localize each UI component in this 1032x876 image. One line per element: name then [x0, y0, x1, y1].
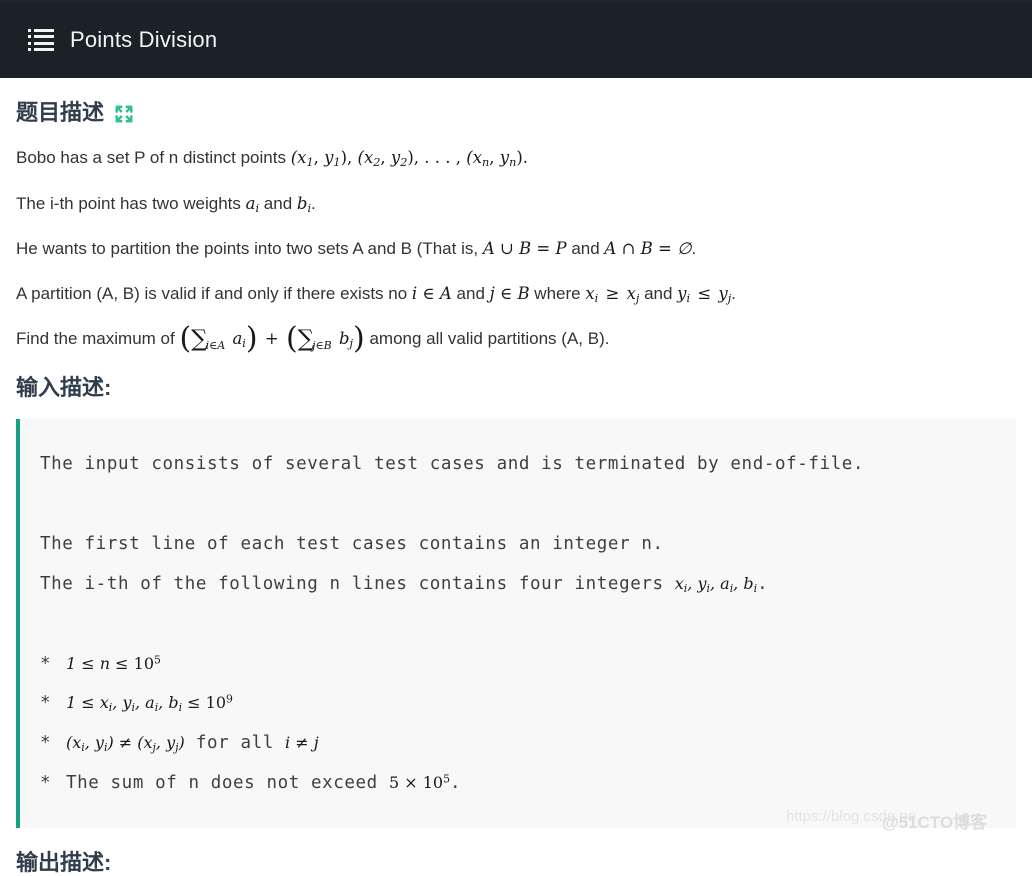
math-i-in-A: i ∈ A [411, 283, 452, 303]
menu-icon-dot [28, 47, 31, 51]
bullet-marker: * [40, 733, 52, 754]
menu-icon-row [28, 35, 54, 39]
math-objective: (∑i∈A ai) + (∑j∈B bj) [179, 321, 365, 357]
math-j-in-B: j ∈ B [489, 283, 530, 303]
math-constraint-n: 1 ≤ n ≤ 105 [66, 653, 161, 673]
app-header: Points Division [0, 2, 1032, 78]
math-intersection: A ∩ B = ∅ [604, 239, 692, 259]
statement-line-5: Find the maximum of (∑i∈A ai) + (∑j∈B bj… [16, 321, 1016, 357]
math-four-integers: xi, yi, ai, bi [674, 573, 758, 595]
menu-icon-row [28, 41, 54, 45]
code-line: The first line of each test cases contai… [40, 533, 664, 554]
math-constraint-values: 1 ≤ xi, yi, ai, bi ≤ 109 [66, 692, 233, 715]
section-heading-input: 输入描述: [16, 375, 1016, 401]
math-x-compare: xi ≥ xj [585, 283, 640, 305]
code-line: The input consists of several test cases… [40, 454, 865, 475]
page-title: Points Division [70, 27, 218, 52]
list-ul-icon[interactable] [28, 29, 54, 51]
menu-icon-bar [34, 35, 54, 39]
main-content: 题目描述 Bobo has a set P of n distinct poin… [0, 100, 1032, 876]
statement-line-4: A partition (A, B) is valid if and only … [16, 282, 1016, 307]
statement-line-1: Bobo has a set P of n distinct points (x… [16, 146, 1016, 171]
section-heading-description-label: 题目描述 [16, 100, 105, 125]
statement-line-4-text-a: A partition (A, B) is valid if and only … [16, 283, 412, 303]
math-y-compare: yi ≤ yj [677, 283, 732, 305]
math-points-list: (x1, y1), (x2, y2), . . . , (xn, yn). [290, 148, 528, 170]
menu-icon-bar [34, 47, 54, 51]
statement-line-3-text-a: He wants to partition the points into tw… [16, 239, 483, 259]
sum-subscript-B: j∈B [312, 339, 332, 353]
math-sum-limit: 5 × 105 [388, 772, 450, 793]
statement-line-2-text-b: and [259, 193, 297, 213]
bullet-mono-text: for all [184, 733, 285, 754]
paren-close: ) [245, 321, 258, 357]
code-line: The i-th of the following n lines contai… [40, 565, 1016, 605]
paren-close-2: ) [353, 321, 365, 357]
arrows-alt-expand-icon[interactable] [114, 104, 134, 124]
constraint-bullet: * (xi, yi) ≠ (xj, yj) for all i ≠ j [40, 724, 1016, 764]
bullet-marker: * [40, 653, 52, 674]
bullet-mono-text: The sum of n does not exceed [66, 773, 389, 794]
section-heading-output: 输出描述: [16, 850, 1016, 876]
menu-icon-row [28, 47, 54, 51]
menu-icon-dot [28, 35, 31, 39]
constraint-bullet: * 1 ≤ xi, yi, ai, bi ≤ 109 [40, 684, 1016, 724]
math-i-neq-j: i ≠ j [285, 733, 319, 753]
math-b-i: bi [296, 193, 312, 215]
statement-line-5-text-b: among all valid partitions (A, B). [364, 329, 610, 349]
sum-subscript-A: i∈A [205, 339, 226, 353]
code-line-text-end: . [757, 573, 769, 594]
menu-icon-bar [34, 41, 54, 45]
math-union: A ∪ B = P [482, 239, 567, 259]
statement-line-3: He wants to partition the points into tw… [16, 237, 1016, 262]
statement-line-5-text-a: Find the maximum of [16, 329, 180, 349]
section-heading-output-label: 输出描述: [16, 850, 112, 876]
section-heading-description: 题目描述 [16, 100, 1016, 126]
bullet-mono-text-end: . [450, 773, 462, 794]
statement-line-2: The i-th point has two weights ai and bi… [16, 192, 1016, 217]
menu-icon-bar [34, 29, 54, 32]
paren-open-2: ( [285, 321, 298, 357]
input-description-code-block: The input consists of several test cases… [16, 419, 1016, 829]
statement-line-2-text-c: . [311, 193, 316, 213]
constraint-bullet: * The sum of n does not exceed 5 × 105. [40, 764, 1016, 804]
code-line-text: The i-th of the following n lines contai… [40, 573, 675, 594]
statement-line-2-text-a: The i-th point has two weights [16, 193, 246, 213]
bullet-marker: * [40, 693, 52, 714]
statement-line-4-text-b: and [451, 283, 490, 303]
statement-line-3-text-c: . [691, 239, 697, 259]
statement-line-4-text-c: where [529, 283, 586, 303]
constraint-bullet: * 1 ≤ n ≤ 105 [40, 645, 1016, 685]
statement-line-3-text-b: and [566, 239, 605, 259]
bullet-marker: * [40, 773, 52, 794]
statement-line-4-text-e: . [731, 283, 736, 303]
statement-line-1-text: Bobo has a set P of n distinct points [16, 148, 291, 168]
paren-open: ( [179, 321, 192, 357]
statement-line-4-text-d: and [639, 283, 678, 303]
menu-icon-dot [28, 29, 31, 32]
menu-icon-dot [28, 41, 31, 45]
section-heading-input-label: 输入描述: [16, 374, 112, 400]
math-a-i: ai [245, 193, 260, 215]
menu-icon-row [28, 29, 54, 32]
math-constraint-distinct: (xi, yi) ≠ (xj, yj) [66, 733, 185, 755]
